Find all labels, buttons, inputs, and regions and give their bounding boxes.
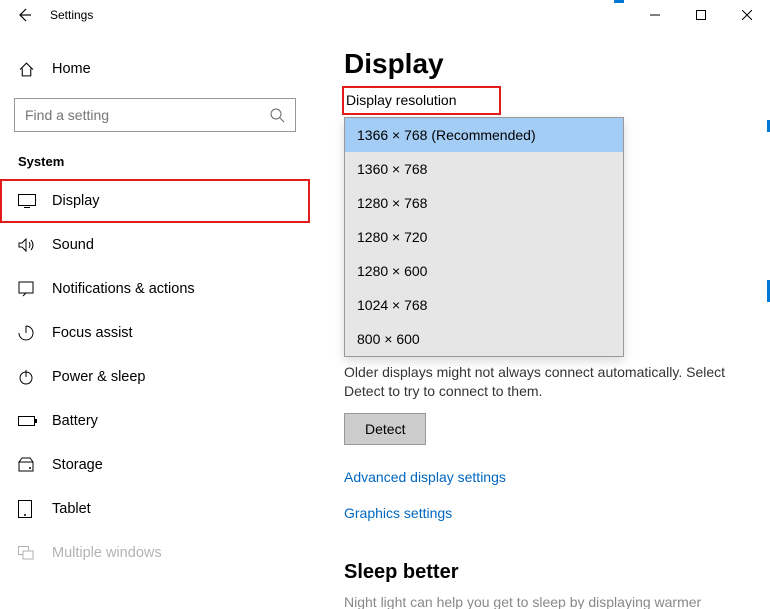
search-input[interactable] [25,107,269,123]
nav-notifications[interactable]: Notifications & actions [0,267,310,311]
minimize-button[interactable] [632,0,678,30]
nav-sound[interactable]: Sound [0,223,310,267]
search-box[interactable] [14,98,296,132]
group-title: System [18,154,310,169]
nav-label: Tablet [52,501,91,517]
nav-label: Multiple windows [52,545,162,561]
window-title: Settings [50,8,93,22]
tablet-icon [18,500,38,518]
nav-battery[interactable]: Battery [0,399,310,443]
nav-storage[interactable]: Storage [0,443,310,487]
power-icon [18,369,38,385]
home-icon [18,61,38,78]
nav-tablet[interactable]: Tablet [0,487,310,531]
close-button[interactable] [724,0,770,30]
nav-label: Battery [52,413,98,429]
home-label: Home [52,61,91,77]
battery-icon [18,415,38,427]
notifications-icon [18,281,38,297]
nav-label: Focus assist [52,325,133,341]
resolution-option[interactable]: 1280 × 720 [345,220,623,254]
back-button[interactable] [12,3,36,27]
sound-icon [18,237,38,253]
nav-label: Display [52,193,100,209]
advanced-display-link[interactable]: Advanced display settings [344,469,750,485]
accent-indicator [614,0,624,3]
nav-label: Sound [52,237,94,253]
maximize-button[interactable] [678,0,724,30]
sleep-better-title: Sleep better [344,561,750,584]
resolution-option[interactable]: 1280 × 600 [345,254,623,288]
page-title: Display [344,48,750,80]
home-nav[interactable]: Home [0,50,310,88]
resolution-option[interactable]: 1366 × 768 (Recommended) [345,118,623,152]
detect-button[interactable]: Detect [344,413,426,445]
windows-icon [18,546,38,560]
resolution-option[interactable]: 1280 × 768 [345,186,623,220]
nav-display[interactable]: Display [0,179,310,223]
nav-label: Notifications & actions [52,281,195,297]
nav-multitasking[interactable]: Multiple windows [0,531,310,575]
resolution-label: Display resolution [344,88,499,113]
nav-label: Storage [52,457,103,473]
resolution-option[interactable]: 1024 × 768 [345,288,623,322]
graphics-settings-link[interactable]: Graphics settings [344,505,750,521]
main-panel: Display Display resolution 1366 × 768 (R… [310,30,770,609]
storage-icon [18,457,38,473]
resolution-option[interactable]: 1360 × 768 [345,152,623,186]
sidebar: Home System Display Sound Notifications … [0,30,310,609]
nav-label: Power & sleep [52,369,146,385]
detect-description: Older displays might not always connect … [344,363,734,401]
nav-power[interactable]: Power & sleep [0,355,310,399]
display-icon [18,194,38,208]
resolution-option[interactable]: 800 × 600 [345,322,623,356]
resolution-dropdown[interactable]: 1366 × 768 (Recommended) 1360 × 768 1280… [344,117,624,357]
nav-focus-assist[interactable]: Focus assist [0,311,310,355]
search-icon [269,107,285,123]
focus-icon [18,325,38,341]
sleep-better-desc: Night light can help you get to sleep by… [344,594,750,609]
